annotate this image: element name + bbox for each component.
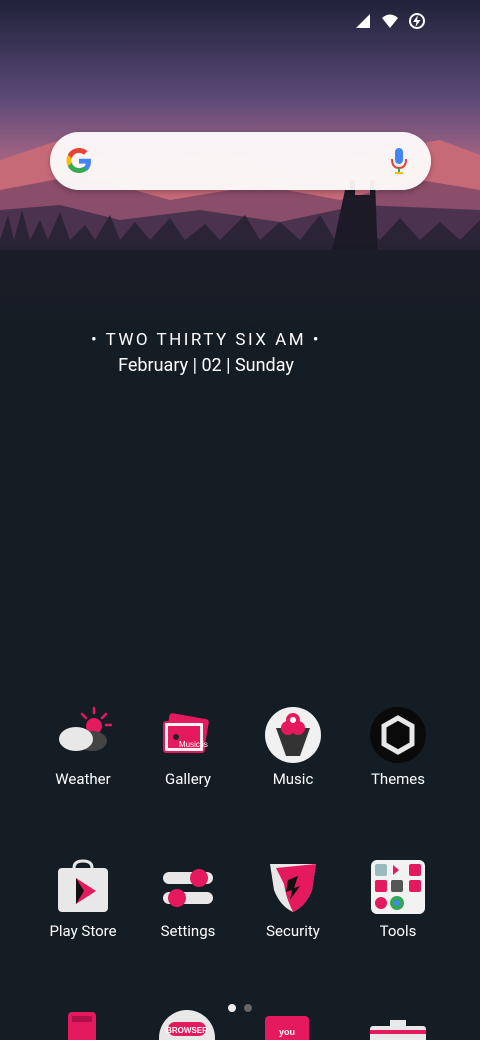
clock-time-text[interactable]: • TWO THIRTY SIX AM • — [0, 330, 412, 350]
status-bar — [354, 12, 426, 30]
settings-icon — [159, 858, 217, 916]
app-label: Security — [266, 922, 320, 940]
app-music[interactable]: Music — [243, 706, 343, 788]
music-icon — [264, 706, 322, 764]
app-weather[interactable]: Weather — [33, 706, 133, 788]
clock-date-text[interactable]: February | 02 | Sunday — [0, 355, 412, 376]
app-tools[interactable]: Tools — [348, 858, 448, 940]
app-label: Tools — [379, 922, 417, 940]
app-label: Play Store — [49, 922, 117, 940]
gallery-icon: Music is — [159, 706, 217, 764]
security-shield-icon — [264, 858, 322, 916]
tools-folder-icon — [369, 858, 427, 916]
dock-youtube-icon[interactable]: you — [265, 1016, 309, 1040]
app-label: Settings — [160, 922, 216, 940]
dock-browser-icon[interactable]: BROWSER — [159, 1010, 215, 1040]
dock-phone-icon[interactable] — [68, 1012, 96, 1040]
themes-icon — [369, 706, 427, 764]
dock: BROWSER you — [0, 1008, 480, 1040]
battery-charging-icon — [408, 12, 426, 30]
app-label: Themes — [370, 770, 426, 788]
app-label: Gallery — [165, 770, 211, 788]
weather-icon — [54, 706, 113, 764]
signal-icon — [354, 12, 372, 30]
google-search-bar[interactable] — [50, 132, 431, 190]
microphone-icon[interactable] — [389, 146, 409, 176]
app-settings[interactable]: Settings — [138, 858, 238, 940]
app-themes[interactable]: Themes — [348, 706, 448, 788]
app-security[interactable]: Security — [243, 858, 343, 940]
app-gallery[interactable]: Music is Gallery — [138, 706, 238, 788]
wifi-icon — [381, 12, 399, 30]
dock-youtube-text: you — [279, 1027, 295, 1037]
google-g-icon — [64, 146, 94, 176]
dock-browser-text: BROWSER — [166, 1026, 208, 1035]
app-play-store[interactable]: Play Store — [33, 858, 133, 940]
app-label: Music — [272, 770, 314, 788]
gallery-icon-text: Music is — [179, 740, 208, 749]
play-store-icon — [54, 858, 112, 916]
app-label: Weather — [55, 770, 111, 788]
dock-camera-icon[interactable] — [370, 1020, 426, 1040]
